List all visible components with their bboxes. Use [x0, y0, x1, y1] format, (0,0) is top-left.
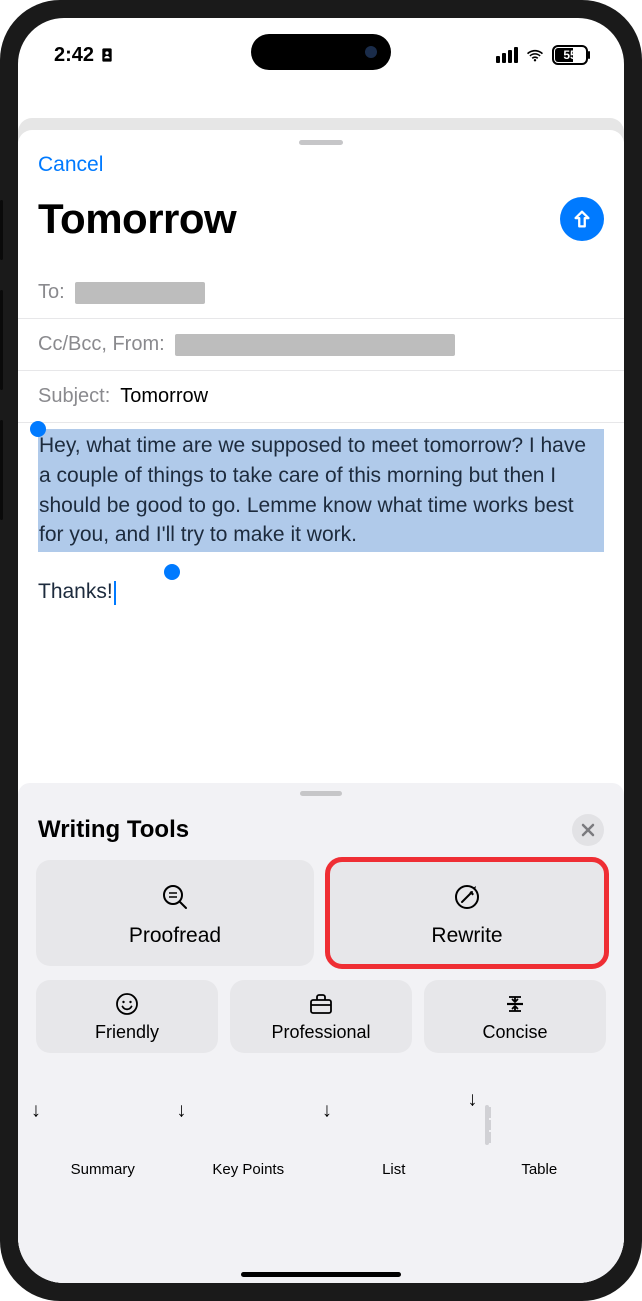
text-cursor [114, 581, 116, 605]
arrow-down-icon: ↓ [468, 1089, 478, 1112]
friendly-label: Friendly [95, 1022, 159, 1043]
from-value-redacted [175, 334, 455, 356]
send-button[interactable] [560, 197, 604, 241]
id-card-icon [99, 47, 115, 63]
magnifier-lines-icon [160, 882, 190, 912]
arrow-down-icon: ↓ [31, 1100, 41, 1123]
table-label: Table [473, 1161, 607, 1178]
concise-button[interactable]: Concise [424, 980, 606, 1053]
to-field[interactable]: To: [18, 267, 624, 319]
arrow-up-icon [571, 208, 593, 230]
subject-label: Subject: [38, 385, 110, 408]
ccbcc-label: Cc/Bcc, From: [38, 333, 165, 356]
rewrite-icon [452, 882, 482, 912]
cancel-button[interactable]: Cancel [38, 153, 103, 177]
cellular-icon [496, 47, 518, 63]
professional-button[interactable]: Professional [230, 980, 412, 1053]
wifi-icon [525, 47, 545, 63]
list-label: List [327, 1161, 461, 1178]
body-closing[interactable]: Thanks! [38, 580, 113, 603]
subject-value: Tomorrow [120, 385, 208, 408]
to-label: To: [38, 281, 65, 304]
home-indicator[interactable] [241, 1272, 401, 1277]
close-button[interactable] [572, 814, 604, 846]
table-thumbnail-icon [485, 1105, 489, 1145]
keypoints-label: Key Points [182, 1161, 316, 1178]
concise-icon [503, 992, 527, 1016]
subject-field[interactable]: Subject: Tomorrow [18, 371, 624, 423]
close-icon [581, 823, 595, 837]
status-time: 2:42 [54, 44, 94, 67]
compose-sheet: Cancel Tomorrow To: Cc/Bcc, From: Subjec… [18, 130, 624, 1283]
proofread-label: Proofread [129, 924, 221, 948]
arrow-down-icon: ↓ [177, 1100, 187, 1123]
writing-tools-title: Writing Tools [38, 816, 189, 844]
professional-label: Professional [271, 1022, 370, 1043]
rewrite-label: Rewrite [431, 924, 502, 948]
email-body[interactable]: Hey, what time are we supposed to meet t… [18, 429, 624, 605]
friendly-button[interactable]: Friendly [36, 980, 218, 1053]
compose-title: Tomorrow [38, 195, 236, 243]
selection-handle-start[interactable] [30, 421, 46, 437]
writing-tools-sheet: Writing Tools Proofread Rewrite [18, 783, 624, 1283]
smile-icon [115, 992, 139, 1016]
arrow-down-icon: ↓ [322, 1100, 332, 1123]
battery-icon: 55 [552, 45, 588, 65]
to-value-redacted [75, 282, 205, 304]
briefcase-icon [308, 992, 334, 1016]
rewrite-button[interactable]: Rewrite [328, 860, 606, 966]
selection-handle-end[interactable] [164, 564, 180, 580]
ccbcc-field[interactable]: Cc/Bcc, From: [18, 319, 624, 371]
proofread-button[interactable]: Proofread [36, 860, 314, 966]
selected-body-text[interactable]: Hey, what time are we supposed to meet t… [38, 429, 604, 552]
concise-label: Concise [482, 1022, 547, 1043]
summary-label: Summary [36, 1161, 170, 1178]
dynamic-island [251, 34, 391, 70]
